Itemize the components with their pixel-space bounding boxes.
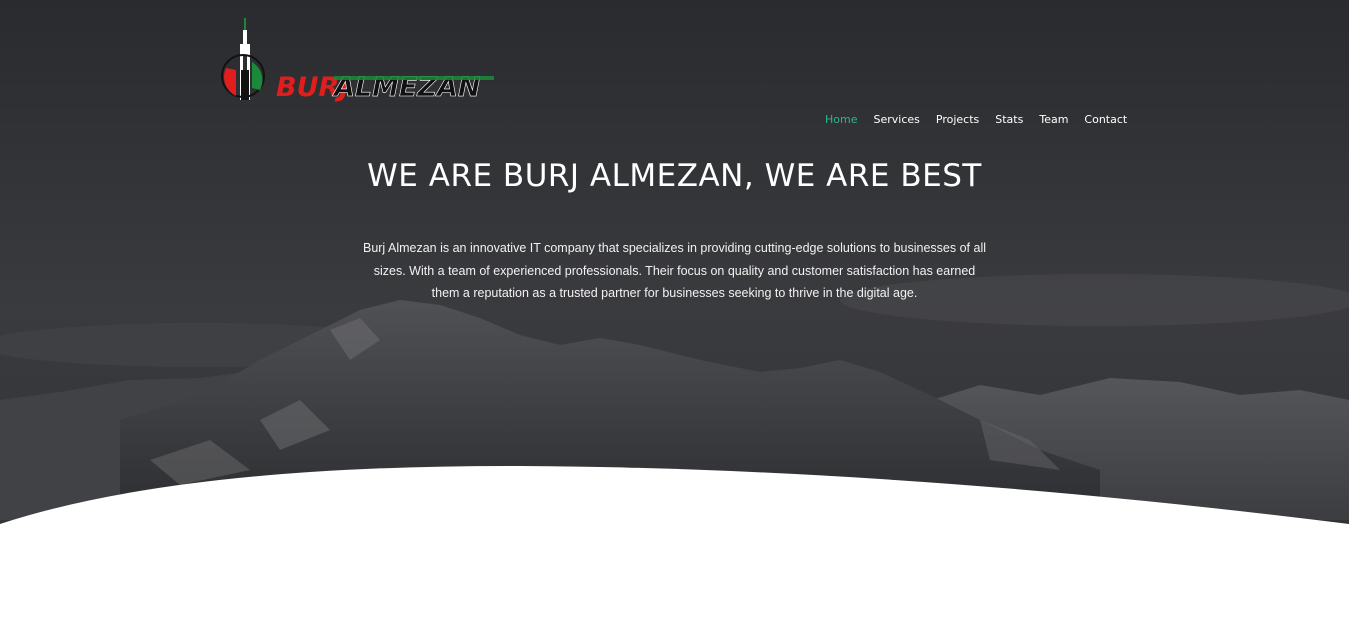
nav-item-contact[interactable]: Contact (1076, 113, 1135, 127)
nav-item-projects[interactable]: Projects (928, 113, 987, 127)
hero-section: BURJ ALMEZAN Home Services Projects Stat… (0, 0, 1349, 618)
nav-item-team[interactable]: Team (1031, 113, 1076, 127)
burj-almezan-logo[interactable]: BURJ ALMEZAN (218, 18, 498, 102)
nav-item-stats[interactable]: Stats (987, 113, 1031, 127)
hero-headline: WE ARE BURJ ALMEZAN, WE ARE BEST (367, 158, 982, 194)
hero-intro-text: Burj Almezan is an innovative IT company… (362, 241, 987, 300)
hero-background-image (0, 0, 1349, 618)
nav-item-home[interactable]: Home (817, 113, 865, 127)
nav-item-services[interactable]: Services (865, 113, 927, 127)
main-navigation: Home Services Projects Stats Team Contac… (817, 113, 1135, 127)
